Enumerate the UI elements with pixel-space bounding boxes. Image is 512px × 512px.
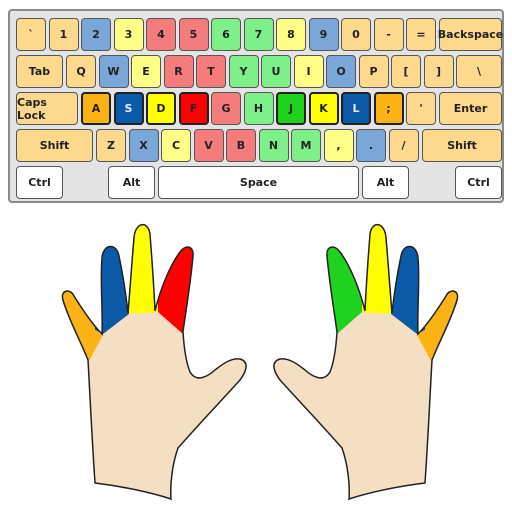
left-hand [61,224,247,501]
right-hand [273,224,459,501]
palm [273,224,458,499]
hands-diagram [61,224,459,501]
palm [62,224,247,499]
